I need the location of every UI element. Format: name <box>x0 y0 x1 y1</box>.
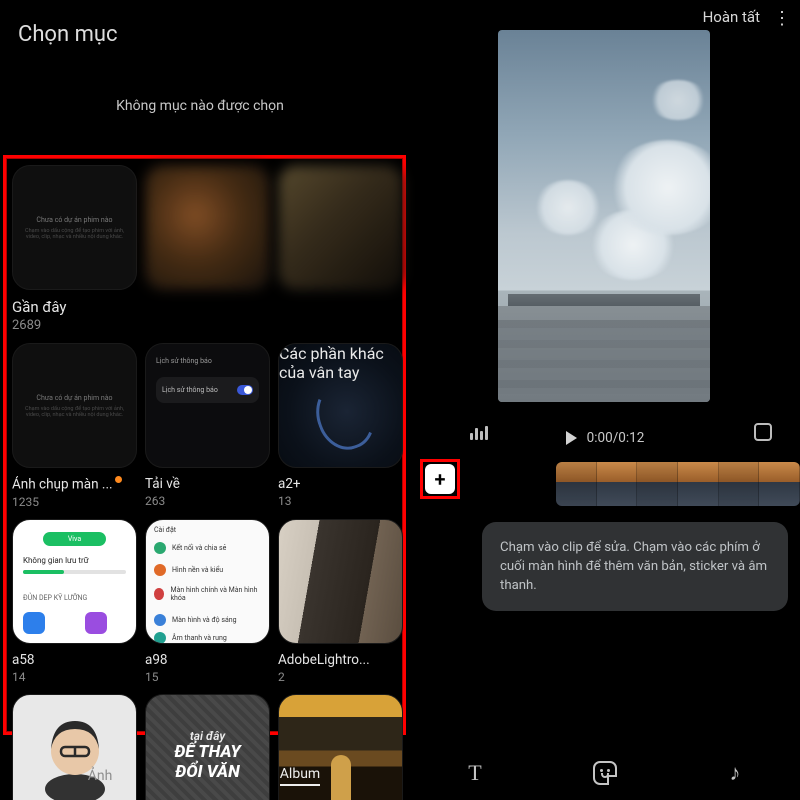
album-recent-count: 2689 <box>12 318 402 333</box>
album-label: Ảnh chụp màn ... <box>12 477 113 493</box>
album-a2plus[interactable]: Các phần khác của vân tay a2+ 13 <box>278 343 403 509</box>
text-icon: T <box>468 760 481 786</box>
audio-tool-button[interactable]: ♪ <box>705 753 765 793</box>
album-count: 15 <box>145 670 270 684</box>
album-a98[interactable]: Cài đặt Kết nối và chia sẻ Hình nền và k… <box>145 519 270 684</box>
done-button[interactable]: Hoàn tất <box>703 8 760 26</box>
image-icon <box>23 612 45 634</box>
album-a58[interactable]: Viva Không gian lưu trữ ĐỦN DEP KỸ LƯỠNG… <box>12 519 137 684</box>
plus-icon: + <box>435 467 446 491</box>
selection-status: Không mục nào được chọn <box>0 98 400 114</box>
picker-bottom-tabs: Ảnh Album <box>0 752 400 800</box>
album-count: 263 <box>145 494 270 508</box>
album-count: 1235 <box>12 495 137 509</box>
more-menu-icon[interactable]: ⋮ <box>773 8 790 29</box>
play-button-icon[interactable] <box>566 431 577 445</box>
editor-bottom-tabs: T ♪ <box>410 746 800 800</box>
video-editor-panel: Hoàn tất ⋮ 0:00/0:12 + Chạm vào clip để … <box>410 0 800 800</box>
tab-photos[interactable]: Ảnh <box>0 752 200 800</box>
album-screenshots[interactable]: Chưa có dự án phim nào Chạm vào dấu cộng… <box>12 343 137 509</box>
album-label: a98 <box>145 652 270 668</box>
album-recent-label: Gần đây <box>12 298 402 316</box>
album-picker-panel: Chọn mục Không mục nào được chọn Chưa có… <box>0 0 408 800</box>
album-count: 14 <box>12 670 137 684</box>
album-downloads[interactable]: Lịch sử thông báo Lịch sử thông báo Tải … <box>145 343 270 509</box>
new-indicator-dot <box>115 476 122 483</box>
album-thumb-blurred-2[interactable] <box>278 165 403 290</box>
fullscreen-icon[interactable] <box>754 423 772 441</box>
page-title: Chọn mục <box>18 22 118 47</box>
add-clip-button[interactable]: + <box>425 464 455 494</box>
video-icon <box>85 612 107 634</box>
album-count: 13 <box>278 494 403 508</box>
sticker-icon <box>593 761 617 785</box>
album-label: Tải về <box>145 476 270 492</box>
album-recent[interactable]: Chưa có dự án phim nào Chạm vào dấu cộng… <box>12 165 137 290</box>
sticker-tool-button[interactable] <box>575 753 635 793</box>
video-preview[interactable] <box>498 30 710 402</box>
text-tool-button[interactable]: T <box>445 753 505 793</box>
album-label: a2+ <box>278 476 403 492</box>
music-note-icon: ♪ <box>730 760 741 786</box>
album-adobe-lightroom[interactable]: AdobeLightro... 2 <box>278 519 403 684</box>
album-thumb-blurred-1[interactable] <box>145 165 270 290</box>
tab-albums[interactable]: Album <box>200 752 400 800</box>
album-label: AdobeLightro... <box>278 652 403 668</box>
album-label: a58 <box>12 652 137 668</box>
toggle-icon <box>237 385 253 395</box>
playback-time: 0:00/0:12 <box>587 430 645 446</box>
hint-tooltip: Chạm vào clip để sửa. Chạm vào các phím … <box>482 522 788 611</box>
timeline-filmstrip[interactable] <box>556 462 800 506</box>
album-count: 2 <box>278 670 403 684</box>
